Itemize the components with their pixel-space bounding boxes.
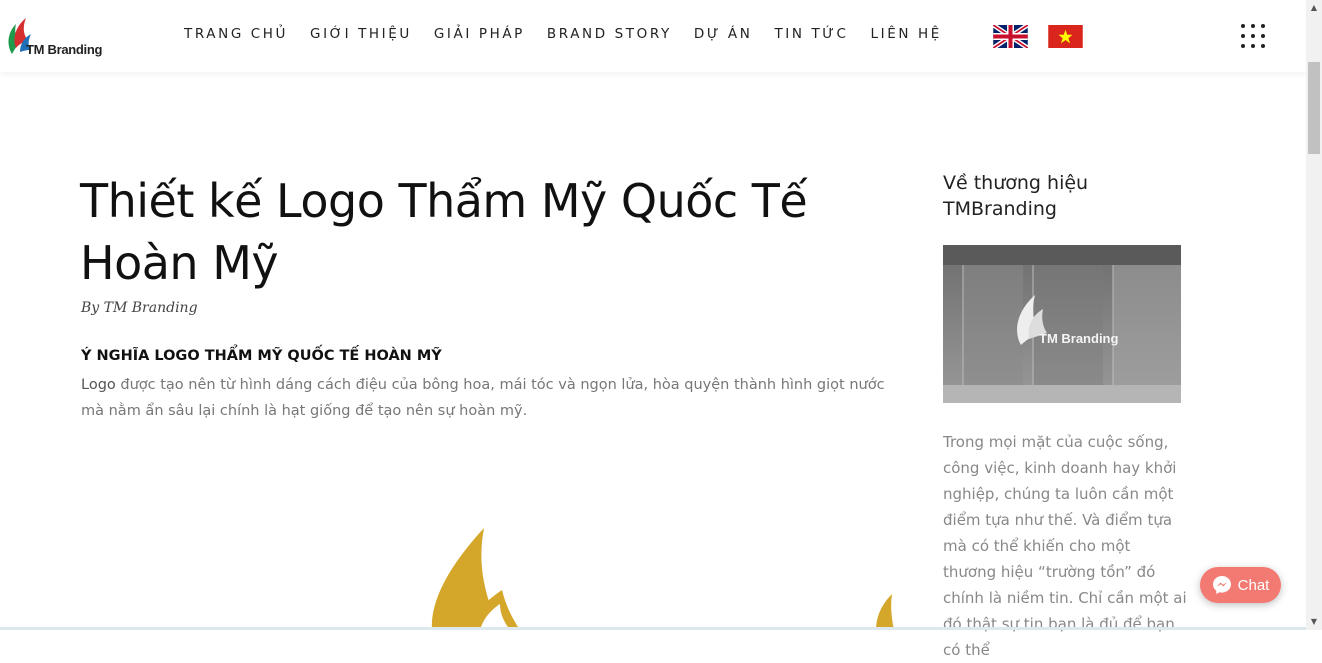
paragraph-body: được tạo nên từ hình dáng cách điệu của … [81, 377, 885, 419]
nav-item-news[interactable]: TIN TỨC [774, 26, 848, 42]
nav-item-solutions[interactable]: GIẢI PHÁP [434, 26, 525, 42]
sidebar-office-image[interactable]: TM Branding [943, 245, 1181, 403]
main-nav: TRANG CHỦ GIỚI THIỆU GIẢI PHÁP BRAND STO… [184, 26, 964, 42]
article-title: Thiết kế Logo Thẩm Mỹ Quốc Tế Hoàn Mỹ [80, 174, 808, 290]
scroll-up-icon[interactable]: ▲ [1306, 0, 1322, 16]
uk-flag-icon[interactable] [993, 25, 1028, 48]
section-heading: Ý NGHĨA LOGO THẨM MỸ QUỐC TẾ HOÀN MỸ [81, 348, 442, 364]
brand-logo[interactable]: TM Branding [4, 14, 104, 62]
chat-button[interactable]: Chat [1200, 567, 1281, 603]
sidebar-title: Về thương hiệu TMBranding [943, 172, 1089, 220]
messenger-icon [1212, 576, 1231, 594]
page-scrollbar[interactable]: ▲ ▼ [1306, 0, 1322, 630]
paragraph-lead: Logo [81, 377, 116, 393]
scroll-thumb[interactable] [1308, 62, 1320, 154]
logo-illustration-image [431, 528, 894, 630]
nav-item-projects[interactable]: DỰ ÁN [694, 26, 753, 42]
nav-item-brand-story[interactable]: BRAND STORY [547, 26, 672, 42]
sidebar-image-logo-text: TM Branding [1039, 331, 1118, 346]
nav-item-about[interactable]: GIỚI THIỆU [310, 26, 412, 42]
article-byline: By TM Branding [81, 300, 198, 316]
nav-item-home[interactable]: TRANG CHỦ [184, 26, 288, 42]
nav-item-contact[interactable]: LIÊN HỆ [871, 26, 942, 42]
scroll-down-icon[interactable]: ▼ [1306, 614, 1322, 630]
article-paragraph: Logo được tạo nên từ hình dáng cách điệu… [81, 372, 891, 424]
chat-label: Chat [1237, 576, 1270, 594]
brand-name: TM Branding [26, 42, 103, 57]
site-header: TM Branding TRANG CHỦ GIỚI THIỆU GIẢI PH… [0, 0, 1306, 72]
vietnam-flag-icon[interactable] [1048, 25, 1083, 48]
grid-menu-icon[interactable] [1241, 24, 1265, 48]
